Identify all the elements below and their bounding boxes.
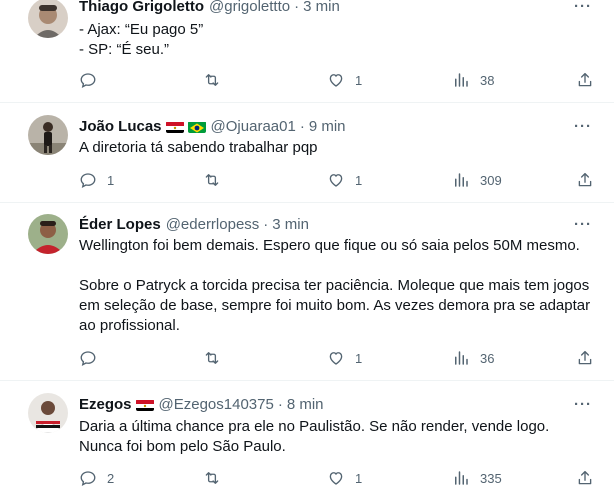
share-button[interactable] [576,71,594,89]
retweet-icon [205,352,219,364]
tweet-text: - Ajax: “Eu pago 5” - SP: “É seu.” [79,20,594,60]
retweet-button[interactable] [203,71,231,89]
author-handle[interactable]: @grigolettto [209,0,290,15]
share-icon [578,350,592,365]
heart-icon [329,174,343,187]
share-icon [578,172,592,187]
views-icon [455,471,468,485]
action-bar: 1 1 309 [79,171,594,191]
retweet-icon [205,174,219,186]
timestamp[interactable]: 3 min [303,0,340,15]
tweet-1[interactable]: Thiago Grigoletto @grigolettto · 3 min ·… [0,0,614,103]
reply-icon [80,173,96,189]
reply-icon [80,73,96,89]
brazil-flag-icon [187,121,206,133]
like-button[interactable]: 1 [327,469,362,487]
heart-icon [329,352,343,365]
heart-icon [329,74,343,87]
share-icon [578,72,592,87]
tweet-text: A diretoria tá sabendo trabalhar pqp [79,138,594,158]
heart-icon [329,472,343,485]
author-name[interactable]: Thiago Grigoletto [79,0,204,15]
avatar[interactable] [28,0,68,38]
tweet-text: Wellington foi bem demais. Espero que fi… [79,236,594,336]
avatar[interactable] [28,214,68,254]
views-button[interactable]: 335 [452,469,502,487]
author-handle[interactable]: @Ezegos140375 [159,396,274,413]
tweet-text-content: Daria a última chance pra ele no Paulist… [79,418,550,455]
author-name[interactable]: Éder Lopes [79,216,161,233]
more-options-icon[interactable]: ··· [574,216,592,233]
tweet-2[interactable]: João Lucas @Ojuaraa01 · 9 min ··· A dire… [0,103,614,203]
views-icon [455,73,468,87]
action-bar: 1 36 [79,349,594,369]
tweet-text-content: Wellington foi bem demais. Espero que fi… [79,237,591,334]
more-options-icon[interactable]: ··· [574,396,592,413]
share-button[interactable] [576,469,594,487]
retweet-button[interactable] [203,349,231,367]
retweet-button[interactable] [203,469,231,487]
retweet-icon [205,472,219,484]
tweet-3[interactable]: Éder Lopes @ederrlopess · 3 min ··· Well… [0,203,614,381]
tweet-header: Thiago Grigoletto @grigolettto · 3 min [79,0,340,15]
more-options-icon[interactable]: ··· [574,118,592,135]
like-button[interactable]: 1 [327,171,362,189]
tweet-text-content: A diretoria tá sabendo trabalhar pqp [79,139,318,156]
author-handle[interactable]: @Ojuaraa01 [211,118,296,135]
share-icon [578,470,592,485]
tweet-text: Daria a última chance pra ele no Paulist… [79,417,594,457]
separator-dot: · [277,396,283,413]
reply-button[interactable]: 2 [79,469,114,487]
tweet-header: João Lucas @Ojuaraa01 · 9 min [79,118,346,135]
separator-dot: · [263,216,269,233]
separator-dot: · [299,118,305,135]
tweet-text-content: - Ajax: “Eu pago 5” - SP: “É seu.” [79,21,204,58]
timestamp[interactable]: 8 min [287,396,324,413]
like-button[interactable]: 1 [327,71,362,89]
views-icon [455,351,468,365]
separator-dot: · [294,0,300,15]
reply-icon [80,471,96,487]
reply-icon [80,351,96,367]
tweet-header: Ezegos @Ezegos140375 · 8 min [79,396,324,413]
share-button[interactable] [576,349,594,367]
like-button[interactable]: 1 [327,349,362,367]
views-icon [455,173,468,187]
share-button[interactable] [576,171,594,189]
author-name[interactable]: Ezegos [79,396,132,413]
views-button[interactable]: 309 [452,171,502,189]
retweet-button[interactable] [203,171,231,189]
egypt-flag-icon [165,121,184,133]
author-name[interactable]: João Lucas [79,118,162,135]
avatar[interactable] [28,115,68,155]
tweet-header: Éder Lopes @ederrlopess · 3 min [79,216,309,233]
reply-button[interactable] [79,349,107,367]
timestamp[interactable]: 9 min [309,118,346,135]
views-button[interactable]: 38 [452,71,494,89]
reply-button[interactable] [79,71,107,89]
more-options-icon[interactable]: ··· [574,0,592,15]
author-handle[interactable]: @ederrlopess [166,216,260,233]
timestamp[interactable]: 3 min [272,216,309,233]
views-button[interactable]: 36 [452,349,494,367]
action-bar: 2 1 335 [79,469,594,489]
egypt-flag-icon [135,399,154,411]
tweet-4[interactable]: Ezegos @Ezegos140375 · 8 min ··· Daria a… [0,381,614,497]
reply-button[interactable]: 1 [79,171,114,189]
retweet-icon [205,74,219,86]
action-bar: 1 38 [79,71,594,91]
avatar[interactable] [28,393,68,433]
